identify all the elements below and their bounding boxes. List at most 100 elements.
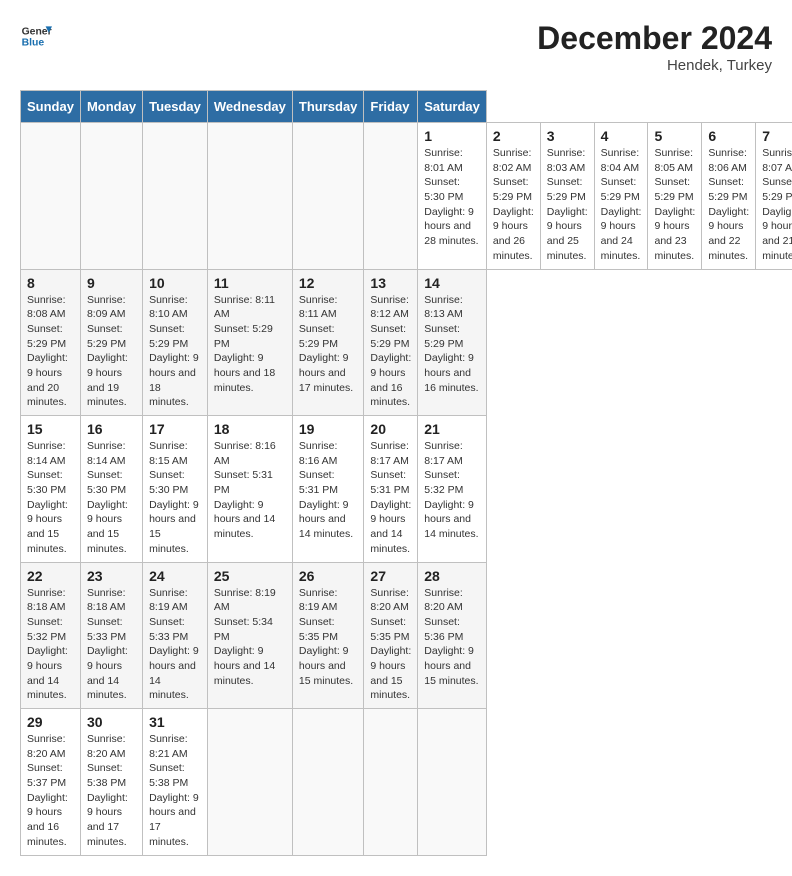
day-number: 24 <box>149 568 201 584</box>
logo: General Blue <box>20 20 52 52</box>
day-info: Sunrise: 8:16 AMSunset: 5:31 PMDaylight:… <box>299 440 353 540</box>
calendar-cell: 11 Sunrise: 8:11 AMSunset: 5:29 PMDaylig… <box>207 269 292 416</box>
day-header-wednesday: Wednesday <box>207 91 292 123</box>
calendar-body: 1 Sunrise: 8:01 AMSunset: 5:30 PMDayligh… <box>21 123 792 856</box>
day-number: 21 <box>424 421 480 437</box>
day-info: Sunrise: 8:04 AMSunset: 5:29 PMDaylight:… <box>601 147 642 262</box>
day-number: 14 <box>424 275 480 291</box>
day-number: 6 <box>708 128 749 144</box>
calendar-cell <box>364 709 418 856</box>
calendar-cell: 18 Sunrise: 8:16 AMSunset: 5:31 PMDaylig… <box>207 416 292 563</box>
calendar-cell: 6 Sunrise: 8:06 AMSunset: 5:29 PMDayligh… <box>702 123 756 270</box>
day-header-tuesday: Tuesday <box>143 91 208 123</box>
calendar-table: SundayMondayTuesdayWednesdayThursdayFrid… <box>20 90 792 856</box>
calendar-cell: 12 Sunrise: 8:11 AMSunset: 5:29 PMDaylig… <box>292 269 364 416</box>
calendar-week-4: 29 Sunrise: 8:20 AMSunset: 5:37 PMDaylig… <box>21 709 792 856</box>
day-header-saturday: Saturday <box>418 91 487 123</box>
day-info: Sunrise: 8:17 AMSunset: 5:31 PMDaylight:… <box>370 440 411 555</box>
calendar-cell <box>207 709 292 856</box>
day-info: Sunrise: 8:19 AMSunset: 5:35 PMDaylight:… <box>299 587 353 687</box>
day-info: Sunrise: 8:19 AMSunset: 5:33 PMDaylight:… <box>149 587 199 702</box>
day-info: Sunrise: 8:08 AMSunset: 5:29 PMDaylight:… <box>27 294 68 409</box>
calendar-header-row: SundayMondayTuesdayWednesdayThursdayFrid… <box>21 91 792 123</box>
calendar-cell: 17 Sunrise: 8:15 AMSunset: 5:30 PMDaylig… <box>143 416 208 563</box>
calendar-cell: 29 Sunrise: 8:20 AMSunset: 5:37 PMDaylig… <box>21 709 81 856</box>
day-number: 22 <box>27 568 74 584</box>
day-info: Sunrise: 8:12 AMSunset: 5:29 PMDaylight:… <box>370 294 411 409</box>
calendar-cell: 20 Sunrise: 8:17 AMSunset: 5:31 PMDaylig… <box>364 416 418 563</box>
calendar-cell: 14 Sunrise: 8:13 AMSunset: 5:29 PMDaylig… <box>418 269 487 416</box>
day-info: Sunrise: 8:18 AMSunset: 5:33 PMDaylight:… <box>87 587 128 702</box>
day-number: 20 <box>370 421 411 437</box>
day-number: 8 <box>27 275 74 291</box>
day-header-thursday: Thursday <box>292 91 364 123</box>
calendar-week-2: 15 Sunrise: 8:14 AMSunset: 5:30 PMDaylig… <box>21 416 792 563</box>
day-info: Sunrise: 8:21 AMSunset: 5:38 PMDaylight:… <box>149 733 199 848</box>
calendar-cell <box>418 709 487 856</box>
calendar-cell: 30 Sunrise: 8:20 AMSunset: 5:38 PMDaylig… <box>80 709 142 856</box>
day-number: 16 <box>87 421 136 437</box>
svg-text:Blue: Blue <box>22 38 45 49</box>
location: Hendek, Turkey <box>537 57 772 74</box>
calendar-cell <box>21 123 81 270</box>
calendar-cell <box>364 123 418 270</box>
day-info: Sunrise: 8:13 AMSunset: 5:29 PMDaylight:… <box>424 294 478 394</box>
calendar-cell: 22 Sunrise: 8:18 AMSunset: 5:32 PMDaylig… <box>21 562 81 709</box>
day-number: 18 <box>214 421 286 437</box>
day-info: Sunrise: 8:20 AMSunset: 5:36 PMDaylight:… <box>424 587 478 687</box>
day-number: 15 <box>27 421 74 437</box>
calendar-week-1: 8 Sunrise: 8:08 AMSunset: 5:29 PMDayligh… <box>21 269 792 416</box>
day-number: 3 <box>547 128 588 144</box>
calendar-cell <box>292 709 364 856</box>
calendar-week-3: 22 Sunrise: 8:18 AMSunset: 5:32 PMDaylig… <box>21 562 792 709</box>
day-info: Sunrise: 8:14 AMSunset: 5:30 PMDaylight:… <box>27 440 68 555</box>
day-number: 13 <box>370 275 411 291</box>
calendar-cell: 21 Sunrise: 8:17 AMSunset: 5:32 PMDaylig… <box>418 416 487 563</box>
day-info: Sunrise: 8:09 AMSunset: 5:29 PMDaylight:… <box>87 294 128 409</box>
month-title: December 2024 <box>537 20 772 57</box>
day-number: 11 <box>214 275 286 291</box>
calendar-cell <box>292 123 364 270</box>
day-info: Sunrise: 8:06 AMSunset: 5:29 PMDaylight:… <box>708 147 749 262</box>
calendar-cell: 10 Sunrise: 8:10 AMSunset: 5:29 PMDaylig… <box>143 269 208 416</box>
calendar-cell: 3 Sunrise: 8:03 AMSunset: 5:29 PMDayligh… <box>540 123 594 270</box>
calendar-cell: 2 Sunrise: 8:02 AMSunset: 5:29 PMDayligh… <box>486 123 540 270</box>
title-block: December 2024 Hendek, Turkey <box>537 20 772 74</box>
day-number: 23 <box>87 568 136 584</box>
day-header-monday: Monday <box>80 91 142 123</box>
day-number: 1 <box>424 128 480 144</box>
logo-icon: General Blue <box>20 20 52 52</box>
calendar-cell: 13 Sunrise: 8:12 AMSunset: 5:29 PMDaylig… <box>364 269 418 416</box>
day-info: Sunrise: 8:07 AMSunset: 5:29 PMDaylight:… <box>762 147 792 262</box>
calendar-cell: 25 Sunrise: 8:19 AMSunset: 5:34 PMDaylig… <box>207 562 292 709</box>
calendar-cell: 9 Sunrise: 8:09 AMSunset: 5:29 PMDayligh… <box>80 269 142 416</box>
day-info: Sunrise: 8:01 AMSunset: 5:30 PMDaylight:… <box>424 147 478 247</box>
day-info: Sunrise: 8:03 AMSunset: 5:29 PMDaylight:… <box>547 147 588 262</box>
calendar-cell: 1 Sunrise: 8:01 AMSunset: 5:30 PMDayligh… <box>418 123 487 270</box>
calendar-cell: 24 Sunrise: 8:19 AMSunset: 5:33 PMDaylig… <box>143 562 208 709</box>
day-info: Sunrise: 8:16 AMSunset: 5:31 PMDaylight:… <box>214 440 276 540</box>
calendar-cell: 15 Sunrise: 8:14 AMSunset: 5:30 PMDaylig… <box>21 416 81 563</box>
day-number: 27 <box>370 568 411 584</box>
day-number: 19 <box>299 421 358 437</box>
page-header: General Blue December 2024 Hendek, Turke… <box>20 20 772 74</box>
day-number: 7 <box>762 128 792 144</box>
day-info: Sunrise: 8:14 AMSunset: 5:30 PMDaylight:… <box>87 440 128 555</box>
calendar-cell <box>80 123 142 270</box>
calendar-cell: 16 Sunrise: 8:14 AMSunset: 5:30 PMDaylig… <box>80 416 142 563</box>
calendar-week-0: 1 Sunrise: 8:01 AMSunset: 5:30 PMDayligh… <box>21 123 792 270</box>
calendar-cell <box>143 123 208 270</box>
day-number: 26 <box>299 568 358 584</box>
calendar-cell: 7 Sunrise: 8:07 AMSunset: 5:29 PMDayligh… <box>756 123 792 270</box>
day-header-friday: Friday <box>364 91 418 123</box>
day-number: 29 <box>27 714 74 730</box>
day-number: 12 <box>299 275 358 291</box>
day-info: Sunrise: 8:17 AMSunset: 5:32 PMDaylight:… <box>424 440 478 540</box>
calendar-cell: 27 Sunrise: 8:20 AMSunset: 5:35 PMDaylig… <box>364 562 418 709</box>
day-number: 2 <box>493 128 534 144</box>
calendar-cell: 28 Sunrise: 8:20 AMSunset: 5:36 PMDaylig… <box>418 562 487 709</box>
calendar-cell: 19 Sunrise: 8:16 AMSunset: 5:31 PMDaylig… <box>292 416 364 563</box>
calendar-cell: 5 Sunrise: 8:05 AMSunset: 5:29 PMDayligh… <box>648 123 702 270</box>
day-number: 17 <box>149 421 201 437</box>
day-info: Sunrise: 8:18 AMSunset: 5:32 PMDaylight:… <box>27 587 68 702</box>
